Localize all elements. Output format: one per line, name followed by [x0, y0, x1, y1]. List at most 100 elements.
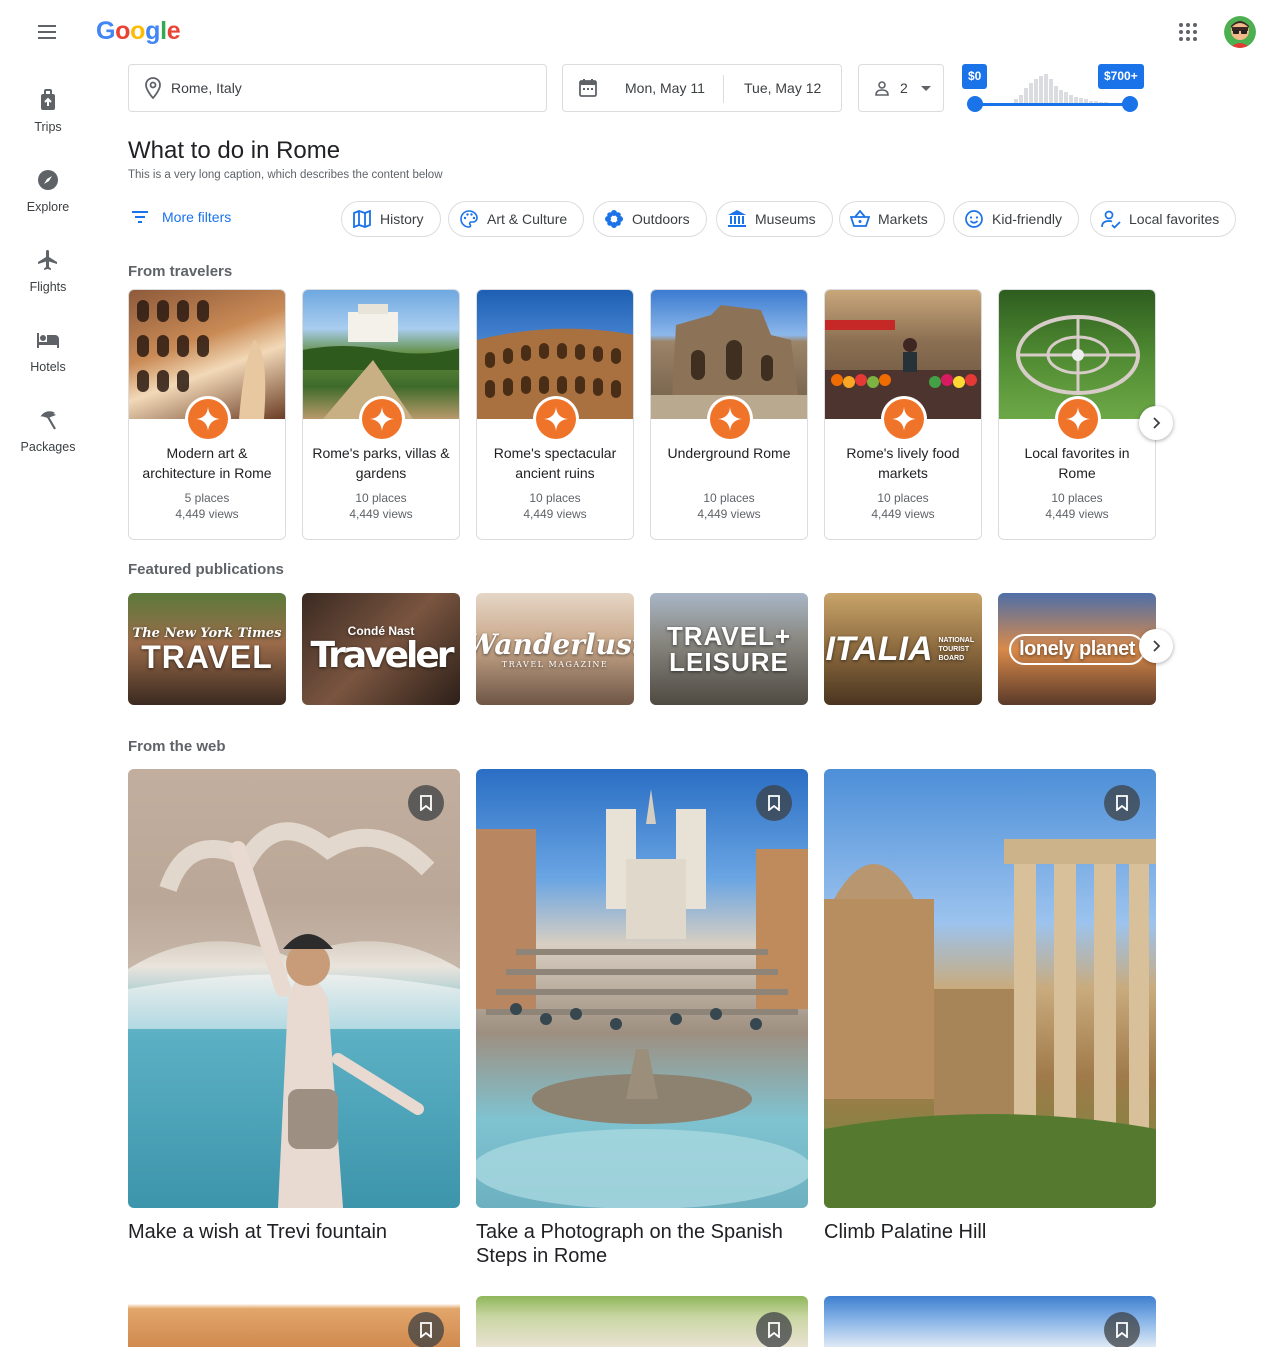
collection-badge: [881, 396, 927, 442]
card-places: 10 places: [877, 491, 929, 505]
sparkle-icon: [196, 407, 220, 431]
card-image: [476, 769, 808, 1208]
publication-nyt-travel[interactable]: The New York Times TRAVEL: [128, 593, 286, 705]
chevron-right-icon: [1153, 417, 1161, 429]
person-icon: [875, 81, 889, 96]
web-card[interactable]: Take a Photograph on the Spanish Steps i…: [476, 769, 808, 1268]
nav-hotels[interactable]: Hotels: [10, 328, 86, 376]
chip-local-favorites[interactable]: Local favorites: [1090, 201, 1237, 237]
chip-outdoors[interactable]: Outdoors: [593, 201, 707, 237]
publications-next-button[interactable]: [1139, 629, 1173, 663]
nav-explore[interactable]: Explore: [10, 168, 86, 216]
account-avatar[interactable]: [1224, 16, 1256, 48]
card-places: 10 places: [703, 491, 755, 505]
bookmark-button[interactable]: [1104, 785, 1140, 821]
chip-kid-friendly[interactable]: Kid-friendly: [953, 201, 1080, 237]
date-range-field[interactable]: Mon, May 11 Tue, May 12: [562, 64, 842, 112]
web-card[interactable]: [476, 1296, 808, 1347]
google-logo[interactable]: Google: [96, 17, 181, 46]
bookmark-button[interactable]: [408, 1312, 444, 1347]
publication-italia[interactable]: ITALIA NATIONAL TOURIST BOARD: [824, 593, 982, 705]
price-min-handle[interactable]: [967, 96, 983, 112]
check-in-date[interactable]: Mon, May 11: [625, 80, 705, 96]
section-title-web: From the web: [128, 738, 226, 755]
web-card[interactable]: Make a wish at Trevi fountain: [128, 769, 460, 1244]
location-field[interactable]: [128, 64, 547, 112]
apps-grid-icon: [1179, 23, 1197, 41]
date-divider: [723, 75, 724, 103]
publication-logo: ITALIA NATIONAL TOURIST BOARD: [824, 593, 982, 705]
traveler-card[interactable]: Underground Rome 10 places 4,449 views: [650, 289, 808, 540]
traveler-card[interactable]: Rome's spectacular ancient ruins 10 plac…: [476, 289, 634, 540]
beach-umbrella-icon: [40, 411, 56, 430]
chip-label: Markets: [878, 211, 928, 227]
google-apps-button[interactable]: [1176, 20, 1200, 44]
more-filters-button[interactable]: More filters: [130, 205, 231, 229]
nav-packages[interactable]: Packages: [10, 408, 86, 456]
price-max-handle[interactable]: [1122, 96, 1138, 112]
calendar-icon: [579, 79, 597, 97]
publication-line1: TRAVEL+: [666, 621, 792, 651]
publication-line2: NATIONAL TOURIST BOARD: [938, 636, 975, 662]
logo-letter: g: [145, 17, 161, 45]
price-histogram: [1014, 72, 1110, 104]
publication-travel-leisure[interactable]: TRAVEL+ LEISURE: [650, 593, 808, 705]
publication-line1: Wanderlust: [476, 627, 634, 661]
price-slider-track[interactable]: [975, 103, 1130, 106]
traveler-card[interactable]: Modern art & architecture in Rome 5 plac…: [128, 289, 286, 540]
section-title-travelers: From travelers: [128, 263, 233, 280]
histogram-bar: [1029, 83, 1033, 104]
more-filters-label: More filters: [162, 209, 232, 225]
bookmark-button[interactable]: [1104, 1312, 1140, 1347]
location-pin-icon: [145, 77, 161, 99]
person-check-icon: [1101, 210, 1121, 229]
palette-icon: [460, 210, 478, 228]
main-menu-button[interactable]: [36, 22, 60, 42]
museum-icon: [728, 210, 746, 227]
web-card[interactable]: [128, 1296, 460, 1347]
bookmark-button[interactable]: [756, 1312, 792, 1347]
publication-conde-nast-traveler[interactable]: Condé Nast Traveler: [302, 593, 460, 705]
card-title: Underground Rome: [667, 445, 791, 461]
card-views: 4,449 views: [175, 507, 239, 521]
location-input[interactable]: [171, 80, 511, 96]
logo-letter: e: [166, 17, 181, 45]
traveler-card[interactable]: Rome's parks, villas & gardens 10 places…: [302, 289, 460, 540]
chip-art-culture[interactable]: Art & Culture: [448, 201, 585, 237]
chevron-right-icon: [1153, 640, 1161, 652]
nav-label: Hotels: [30, 360, 66, 374]
card-places: 10 places: [529, 491, 581, 505]
web-card[interactable]: Climb Palatine Hill: [824, 769, 1156, 1244]
publication-wanderlust[interactable]: Wanderlust TRAVEL MAGAZINE: [476, 593, 634, 705]
histogram-bar: [1059, 90, 1063, 104]
card-places: 10 places: [355, 491, 407, 505]
chevron-down-icon: [921, 86, 931, 91]
card-places: 5 places: [184, 491, 230, 505]
chip-museums[interactable]: Museums: [716, 201, 833, 237]
page-title: What to do in Rome: [128, 137, 341, 164]
bookmark-button[interactable]: [756, 785, 792, 821]
traveler-card[interactable]: Local favorites in Rome 10 places 4,449 …: [998, 289, 1156, 540]
publication-line2: TRAVEL MAGAZINE: [501, 659, 609, 669]
traveler-card[interactable]: Rome's lively food markets 10 places 4,4…: [824, 289, 982, 540]
bookmark-icon: [1116, 1322, 1128, 1338]
travelers-next-button[interactable]: [1139, 406, 1173, 440]
card-title: Take a Photograph on the Spanish Steps i…: [476, 1221, 783, 1267]
collection-badge: [359, 396, 405, 442]
nav-flights[interactable]: Flights: [10, 248, 86, 296]
publication-logo: TRAVEL+ LEISURE: [650, 593, 808, 705]
chip-history[interactable]: History: [341, 201, 441, 237]
airplane-icon: [38, 250, 57, 270]
bookmark-button[interactable]: [408, 785, 444, 821]
guests-dropdown[interactable]: 2: [858, 64, 944, 112]
hamburger-icon: [38, 25, 56, 39]
basket-icon: [850, 210, 870, 227]
compass-icon: [38, 170, 58, 190]
web-card[interactable]: [824, 1296, 1156, 1347]
nav-trips[interactable]: Trips: [10, 88, 86, 136]
collection-badge: [533, 396, 579, 442]
publication-lonely-planet[interactable]: lonely planet: [998, 593, 1156, 705]
check-out-date[interactable]: Tue, May 12: [744, 80, 821, 96]
bookmark-icon: [420, 795, 432, 811]
chip-markets[interactable]: Markets: [839, 201, 945, 237]
